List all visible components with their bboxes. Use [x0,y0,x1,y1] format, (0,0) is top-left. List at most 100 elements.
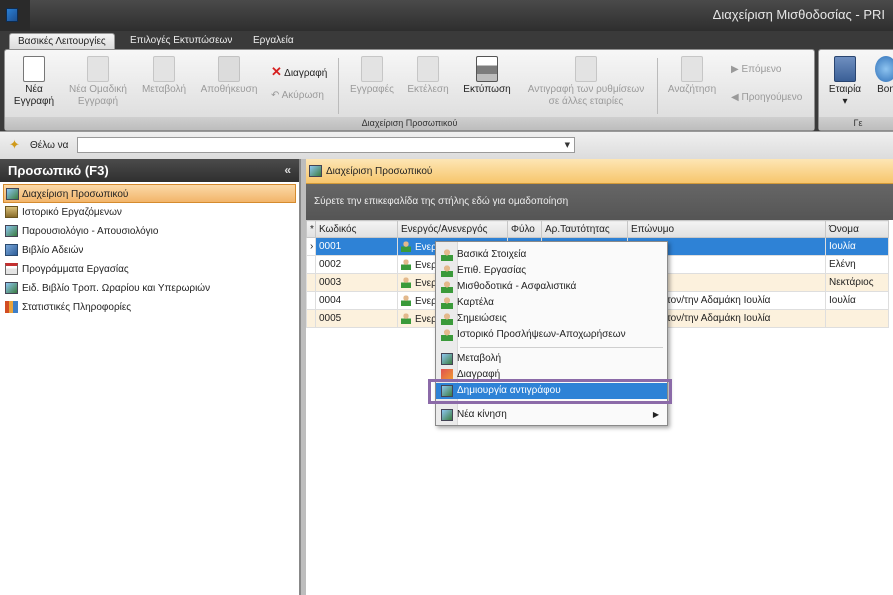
ribbon-group-label: Διαχείριση Προσωπικού [5,117,814,130]
tab-basic-functions[interactable]: Βασικές Λειτουργίες [9,33,115,49]
help-button[interactable]: Βοη [871,54,893,96]
menu-item-new-movement[interactable]: Νέα κίνηση ▶ [436,407,667,423]
nav-item-employee-history[interactable]: Ιστορικό Εργαζόμενων [0,203,299,222]
search-button[interactable]: Αναζήτηση [663,54,721,96]
highlight-annotation-box [428,379,672,404]
person-icon [441,281,453,293]
menu-item-basic-info[interactable]: Βασικά Στοιχεία [436,247,667,263]
edit-icon [153,56,175,82]
ribbon-separator [657,58,658,114]
row-marker [306,273,316,292]
nav-item-statistics[interactable]: Στατιστικές Πληροφορίες [0,298,299,317]
previous-arrow-icon: ◀ [731,92,739,103]
person-icon [441,297,453,309]
submenu-arrow-icon: ▶ [652,410,659,419]
tab-tools[interactable]: Εργαλεία [245,33,302,49]
cell-name[interactable]: Ιουλία [825,237,889,256]
column-header-name[interactable]: Όνομα [825,220,889,238]
i-want-to-label: Θέλω να [30,140,69,151]
new-record-button[interactable]: Νέα Εγγραφή [11,54,57,108]
new-group-record-button[interactable]: Νέα Ομαδική Εγγραφή [65,54,131,108]
company-icon [834,56,856,82]
execute-button[interactable]: Εκτέλεση [405,54,451,96]
undo-icon: ↶ [271,90,280,101]
i-want-to-combo[interactable]: ▼ [77,137,575,153]
menu-item-edit[interactable]: Μεταβολή [436,351,667,367]
table-header-row: * Κωδικός Ενεργός/Ανενεργός Φύλο Αρ.Ταυτ… [306,220,889,238]
nav-item-leave-book[interactable]: Βιβλίο Αδειών [0,241,299,260]
nav-item-work-schedules[interactable]: Προγράμματα Εργασίας [0,260,299,279]
next-button[interactable]: ▶ Επόμενο [731,64,781,75]
cell-code[interactable]: 0003 [315,273,398,292]
cell-name[interactable] [825,309,889,328]
column-header-surname[interactable]: Επώνυμο [627,220,826,238]
nav-item-overtime-book[interactable]: Ειδ. Βιβλίο Τροπ. Ωραρίου και Υπερωριών [0,279,299,298]
cell-code[interactable]: 0001 [315,237,398,256]
history-icon [5,206,18,218]
ribbon-tabs: Βασικές Λειτουργίες Επιλογές Εκτυπώσεων … [0,31,893,49]
ribbon-separator [338,58,339,114]
lightning-icon [417,56,439,82]
cell-name[interactable]: Νεκτάριος [825,273,889,292]
menu-item-payroll-insurance[interactable]: Μισθοδοτικά - Ασφαλιστικά [436,279,667,295]
company-button[interactable]: Εταιρία ▾ [823,54,867,108]
row-marker [306,291,316,310]
movement-icon [441,409,453,421]
ribbon-group-personnel: Νέα Εγγραφή Νέα Ομαδική Εγγραφή Μεταβολή… [4,49,815,131]
column-header-code[interactable]: Κωδικός [315,220,398,238]
print-button[interactable]: Εκτύπωση [459,54,515,96]
wand-icon: ✦ [9,138,20,153]
nav-item-personnel-management[interactable]: Διαχείριση Προσωπικού [3,184,296,203]
cell-code[interactable]: 0005 [315,309,398,328]
copy-icon [575,56,597,82]
grid-title: Διαχείριση Προσωπικού [306,159,893,184]
delete-button[interactable]: ✕ Διαγραφή [271,64,327,80]
image-icon [5,244,18,256]
menu-item-hiring-history[interactable]: Ιστορικό Προσλήψεων-Αποχωρήσεων [436,327,667,343]
search-records-icon [361,56,383,82]
grid-icon [309,165,322,177]
person-icon [401,240,411,252]
column-header-id-number[interactable]: Αρ.Ταυτότητας [541,220,628,238]
person-icon [401,294,411,306]
save-button[interactable]: Αποθήκευση [199,54,259,96]
title-bar: Διαχείριση Μισθοδοσίας - PRI [0,0,893,31]
column-header-active[interactable]: Ενεργός/Ανενεργός [397,220,508,238]
previous-button[interactable]: ◀ Προηγούμενο [731,92,802,103]
ribbon-group-label: Γε [819,117,893,130]
ribbon-group-general: Εταιρία ▾ Βοη Γε [818,49,893,131]
person-icon [401,276,411,288]
menu-item-notes[interactable]: Σημειώσεις [436,311,667,327]
tab-print-options[interactable]: Επιλογές Εκτυπώσεων [122,33,240,49]
person-icon [441,265,453,277]
collapse-pane-button[interactable]: « [284,159,291,182]
stats-icon [5,301,18,313]
grid-icon [6,188,19,200]
menu-item-card[interactable]: Καρτέλα [436,295,667,311]
menu-separator [460,347,663,348]
cell-code[interactable]: 0004 [315,291,398,310]
app-icon [6,8,18,22]
edit-button[interactable]: Μεταβολή [139,54,189,96]
navigation-pane: Προσωπικό (F3) « Διαχείριση Προσωπικού Ι… [0,159,300,595]
window-title: Διαχείριση Μισθοδοσίας - PRI [712,7,885,22]
cell-code[interactable]: 0002 [315,255,398,274]
copy-settings-button[interactable]: Αντιγραφή των ρυθμίσεων σε άλλες εταιρίε… [519,54,653,108]
menu-item-work-details[interactable]: Επιθ. Εργασίας [436,263,667,279]
ribbon: Νέα Εγγραφή Νέα Ομαδική Εγγραφή Μεταβολή… [0,49,893,131]
chevron-down-icon[interactable]: ▼ [565,141,570,149]
nav-item-attendance[interactable]: Παρουσιολόγιο - Απουσιολόγιο [0,222,299,241]
group-by-area[interactable]: Σύρετε την επικεφαλίδα της στήλης εδώ γι… [306,184,893,220]
cell-name[interactable]: Ιουλία [825,291,889,310]
grid-icon [5,225,18,237]
records-button[interactable]: Εγγραφές [345,54,399,96]
cell-name[interactable]: Ελένη [825,255,889,274]
cancel-button[interactable]: ↶ Ακύρωση [271,90,324,101]
column-header-gender[interactable]: Φύλο [507,220,542,238]
next-arrow-icon: ▶ [731,64,739,75]
help-icon [875,56,893,82]
binoculars-icon [681,56,703,82]
save-icon [218,56,240,82]
dropdown-arrow-icon: ▾ [842,96,848,107]
column-header-selector[interactable]: * [306,220,316,238]
